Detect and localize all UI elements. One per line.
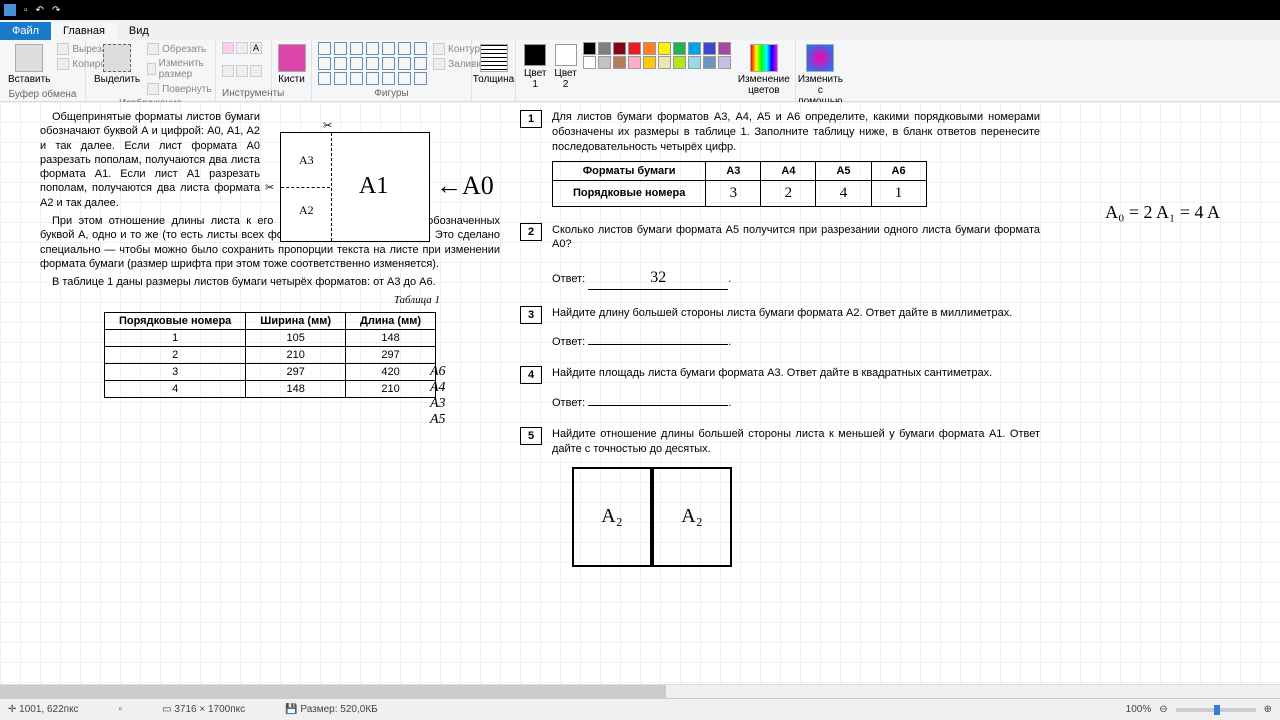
undo-button[interactable]: ↶ [36,5,44,16]
select-button[interactable]: Выделить [92,42,142,87]
color-swatch[interactable] [703,42,716,55]
task-4-num: 4 [520,366,542,384]
color2-button[interactable]: Цвет 2 [552,42,578,92]
group-shapes: Фигуры [318,86,465,99]
task-2-text: Сколько листов бумаги формата А5 получит… [552,224,1040,251]
color-swatch[interactable] [643,56,656,69]
horizontal-scrollbar[interactable] [0,684,1280,698]
paste-button[interactable]: Вставить [6,42,52,87]
text-tool[interactable]: A [250,42,262,54]
sketch-boxes: A₂A₂ [572,467,1040,567]
color-swatch[interactable] [718,42,731,55]
task-1-text: Для листов бумаги форматов А3, А4, А5 и … [552,110,1040,155]
color-swatch[interactable] [703,56,716,69]
color-swatch[interactable] [613,56,626,69]
shapes-gallery[interactable] [318,42,428,85]
task-4-text: Найдите площадь листа бумаги формата А3.… [552,367,992,379]
paragraph-2: При этом отношение длины листа к его шир… [40,214,500,271]
picker-tool[interactable] [236,65,248,77]
color-swatch[interactable] [688,42,701,55]
color-swatch[interactable] [718,56,731,69]
color-swatch[interactable] [613,42,626,55]
zoom-level: 100% [1126,704,1152,715]
eraser-tool[interactable] [222,65,234,77]
color1-button[interactable]: Цвет 1 [522,42,548,92]
group-tools: Инструменты [222,86,265,99]
table1-caption: Таблица 1 [40,294,440,306]
paragraph-1: Общепринятые форматы листов бумаги обозн… [40,110,260,210]
task-2-num: 2 [520,223,542,241]
cursor-position: ✛ 1001, 622пкс [8,704,79,715]
color-swatch[interactable] [673,56,686,69]
pencil-tool[interactable] [222,42,234,54]
color-swatch[interactable] [658,42,671,55]
fill-tool[interactable] [236,42,248,54]
canvas[interactable]: Общепринятые форматы листов бумаги обозн… [0,102,1280,698]
rotate-button[interactable]: Повернуть [146,82,212,96]
color-swatch[interactable] [598,42,611,55]
tab-view[interactable]: Вид [117,22,161,40]
task-1-num: 1 [520,110,542,128]
table-1: Порядковые номераШирина (мм)Длина (мм) 1… [104,312,436,398]
task-1-table: Форматы бумагиА3А4А5А6 Порядковые номера… [552,161,927,207]
color-palette[interactable] [583,42,732,69]
task-5-text: Найдите отношение длины большей стороны … [552,428,1040,455]
side-equation: A₀ = 2 A₁ = 4 A [1105,202,1220,223]
resize-button[interactable]: Изменить размер [146,57,212,81]
color-swatch[interactable] [688,56,701,69]
task-3-num: 3 [520,306,542,324]
size-button[interactable]: Толщина [478,42,509,87]
zoom-out-button[interactable]: ⊖ [1159,704,1167,715]
canvas-dimensions: ▭ 3716 × 1700пкс [162,704,245,715]
edit-colors-button[interactable]: Изменение цветов [736,42,792,98]
color-swatch[interactable] [583,42,596,55]
zoom-in-button[interactable]: ⊕ [1264,704,1272,715]
redo-button[interactable]: ↷ [52,5,60,16]
crop-button[interactable]: Обрезать [146,42,212,56]
color-swatch[interactable] [628,56,641,69]
status-bar: ✛ 1001, 622пкс ▫ ▭ 3716 × 1700пкс 💾 Разм… [0,698,1280,720]
color-swatch[interactable] [673,42,686,55]
color-swatch[interactable] [643,42,656,55]
brushes-button[interactable]: Кисти [278,42,305,87]
task-5-num: 5 [520,427,542,445]
title-bar: ▫ ↶ ↷ [0,0,1280,20]
tab-home[interactable]: Главная [51,22,117,40]
paper-diagram: A3 A2 A1 ←A0 ✂ ✂ [280,132,430,242]
color-swatch[interactable] [658,56,671,69]
color-swatch[interactable] [628,42,641,55]
save-icon[interactable]: ▫ [24,5,28,16]
paragraph-3: В таблице 1 даны размеры листов бумаги ч… [40,275,500,289]
zoom-tool[interactable] [250,65,262,77]
ribbon: Вставить Вырезать Копировать Буфер обмен… [0,40,1280,102]
color-swatch[interactable] [598,56,611,69]
task-3-text: Найдите длину большей стороны листа бума… [552,307,1012,319]
tab-file[interactable]: Файл [0,22,51,40]
selection-icon: ▫ [119,704,123,715]
zoom-slider[interactable] [1176,708,1256,712]
color-swatch[interactable] [583,56,596,69]
group-clipboard: Буфер обмена [6,87,79,100]
app-icon [4,4,16,16]
ribbon-tabs: Файл Главная Вид [0,20,1280,40]
file-size: 💾 Размер: 520,0КБ [285,704,378,715]
